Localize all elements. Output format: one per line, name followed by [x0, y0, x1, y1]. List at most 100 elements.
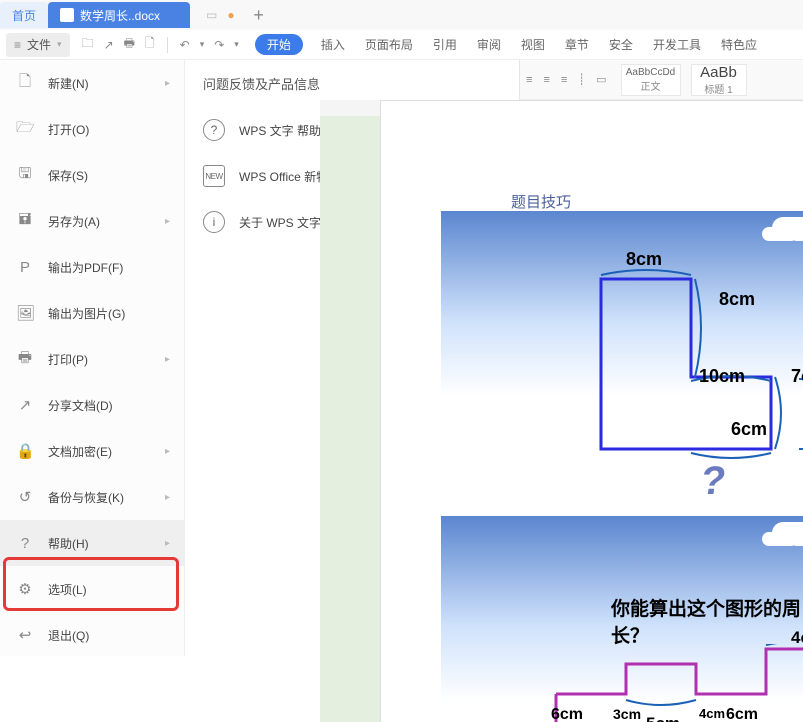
menu-saveas-label: 另存为(A)	[48, 213, 100, 230]
figure-2-panel: 你能算出这个图形的周长？ 6cm 3cm 5cm 4cm 6cm 4cm 8cm	[441, 516, 803, 722]
qat-print-icon[interactable]: 🖶	[124, 34, 135, 55]
backup-icon: ↺	[16, 488, 34, 506]
fig2-label-a: 4cm	[791, 628, 803, 648]
image-icon: 🖼	[16, 304, 34, 322]
para-icons[interactable]: ≡ ≡ ≡ ┊ ▭	[526, 73, 611, 86]
fig2-label-b: 3cm	[613, 706, 641, 722]
ribbon-tab-layout[interactable]: 页面布局	[365, 36, 413, 53]
chevron-right-icon: ▸	[165, 492, 170, 503]
menu-open[interactable]: 🗁 打开(O)	[0, 106, 184, 152]
ribbon-tab-view[interactable]: 视图	[521, 36, 545, 53]
menu-help[interactable]: ?帮助(H)▸	[0, 520, 184, 566]
menu-save[interactable]: 🖫 保存(S)	[0, 152, 184, 198]
file-menu-button[interactable]: ≡ 文件 ▾	[6, 33, 70, 57]
fig2-label-c: 5cm	[646, 714, 680, 722]
tab-document[interactable]: 数学周长..docx	[48, 2, 190, 28]
qat-preview-icon[interactable]: 🗋	[145, 34, 155, 55]
gear-icon: ⚙	[16, 580, 34, 598]
style-h1[interactable]: AaBb 标题 1	[691, 64, 747, 96]
fig2-label-e: 6cm	[551, 706, 583, 722]
ribbon-tab-insert[interactable]: 插入	[321, 36, 345, 53]
figure-1-shape	[581, 269, 803, 479]
print-icon: 🖶	[16, 347, 34, 372]
new-badge-icon: NEW	[203, 165, 225, 187]
chevron-right-icon: ▸	[165, 216, 170, 227]
question-mark-icon: ?	[698, 459, 729, 504]
menu-encrypt-label: 文档加密(E)	[48, 443, 112, 460]
style-h1-name: 标题 1	[704, 81, 732, 96]
fig1-label-a: 8cm	[626, 249, 662, 270]
ribbon-tab-ref[interactable]: 引用	[433, 36, 457, 53]
style-normal[interactable]: AaBbCcDd 正文	[621, 64, 681, 96]
menu-print[interactable]: 🖶打印(P)▸	[0, 336, 184, 382]
qat-redo-drop[interactable]: ▾	[234, 39, 239, 50]
figure-1-panel: 8cm 8cm 10cm 7cm 6cm ? ?	[441, 211, 803, 501]
menu-pdf[interactable]: P 输出为PDF(F)	[0, 244, 184, 290]
document-canvas[interactable]: 题目技巧 8cm 8cm 10cm 7cm 6cm ? ?	[320, 100, 803, 722]
tab-home[interactable]: 首页	[0, 2, 48, 28]
tab-doc-label: 数学周长..docx	[80, 7, 160, 24]
question-icon: ?	[203, 119, 225, 141]
menu-share-label: 分享文档(D)	[48, 397, 113, 414]
qat-undo-icon[interactable]: ↶	[180, 38, 190, 52]
document-page: 题目技巧 8cm 8cm 10cm 7cm 6cm ? ?	[380, 100, 803, 722]
menu-open-label: 打开(O)	[48, 121, 89, 138]
pdf-icon: P	[16, 259, 34, 276]
menu-icon: ≡	[14, 38, 21, 52]
info-icon: i	[203, 211, 225, 233]
menu-exit[interactable]: ↩退出(Q)	[0, 612, 184, 658]
menu-saveas[interactable]: 🖬 另存为(A) ▸	[0, 198, 184, 244]
menu-new[interactable]: 🗋 新建(N) ▸	[0, 60, 184, 106]
style-h1-sample: AaBb	[700, 64, 737, 81]
ribbon-tab-special[interactable]: 特色应	[721, 36, 757, 53]
menu-backup-label: 备份与恢复(K)	[48, 489, 124, 506]
menu-img-label: 输出为图片(G)	[48, 305, 125, 322]
qat-undo-drop[interactable]: ▾	[200, 39, 205, 50]
ribbon-tab-chapter[interactable]: 章节	[565, 36, 589, 53]
doc-icon	[60, 8, 74, 22]
ribbon-tab-dev[interactable]: 开发工具	[653, 36, 701, 53]
new-tab-button[interactable]: +	[247, 5, 271, 26]
new-icon: 🗋	[16, 71, 34, 96]
unsaved-dot-icon: ●	[227, 8, 234, 22]
menu-save-label: 保存(S)	[48, 167, 88, 184]
cloud-icon	[772, 217, 803, 239]
menu-exit-label: 退出(Q)	[48, 627, 89, 644]
ribbon-tab-safe[interactable]: 安全	[609, 36, 633, 53]
menu-options-label: 选项(L)	[48, 581, 87, 598]
qat-redo-icon[interactable]: ↷	[214, 38, 224, 52]
chevron-right-icon: ▸	[165, 538, 170, 549]
menu-img[interactable]: 🖼 输出为图片(G)	[0, 290, 184, 336]
saveas-icon: 🖬	[16, 209, 34, 234]
separator	[167, 37, 168, 53]
ribbon-tab-review[interactable]: 审阅	[477, 36, 501, 53]
fig2-question: 你能算出这个图形的周长？	[611, 594, 803, 648]
style-normal-sample: AaBbCcDd	[626, 67, 675, 78]
save-icon: 🖫	[16, 163, 34, 188]
ribbon-tab-start-label: 开始	[267, 38, 291, 52]
file-menu-panel: 🗋 新建(N) ▸ 🗁 打开(O) 🖫 保存(S) 🖬 另存为(A) ▸ P 输出为PDF(F…	[0, 60, 185, 656]
fig1-label-c: 10cm	[699, 366, 745, 387]
ribbon-tab-start[interactable]: 开始	[255, 34, 303, 55]
menu-pdf-label: 输出为PDF(F)	[48, 259, 123, 276]
open-icon: 🗁	[16, 117, 34, 142]
cloud-icon	[772, 522, 803, 544]
doc-heading: 题目技巧	[511, 191, 571, 212]
menu-backup[interactable]: ↺ 备份与恢复(K) ▸	[0, 474, 184, 520]
presentation-icon[interactable]: ▭	[206, 8, 217, 22]
menu-share[interactable]: ↗ 分享文档(D)	[0, 382, 184, 428]
menu-encrypt[interactable]: 🔒文档加密(E)▸	[0, 428, 184, 474]
fig1-label-d: 7cm	[791, 366, 803, 387]
menu-new-label: 新建(N)	[48, 75, 89, 92]
qat-export-icon[interactable]: ↗	[104, 38, 114, 52]
fig1-label-e: 6cm	[731, 419, 767, 440]
fig1-label-b: 8cm	[719, 289, 755, 310]
qat-open-icon[interactable]: 🗀	[82, 34, 94, 55]
chevron-right-icon: ▸	[165, 78, 170, 89]
share-icon: ↗	[16, 396, 34, 414]
file-menu-label: 文件	[27, 36, 51, 53]
chevron-right-icon: ▸	[165, 354, 170, 365]
fig2-label-d: 4cm	[699, 706, 725, 721]
menu-options[interactable]: ⚙ 选项(L)	[0, 566, 184, 612]
fig2-label-f: 6cm	[726, 706, 758, 722]
